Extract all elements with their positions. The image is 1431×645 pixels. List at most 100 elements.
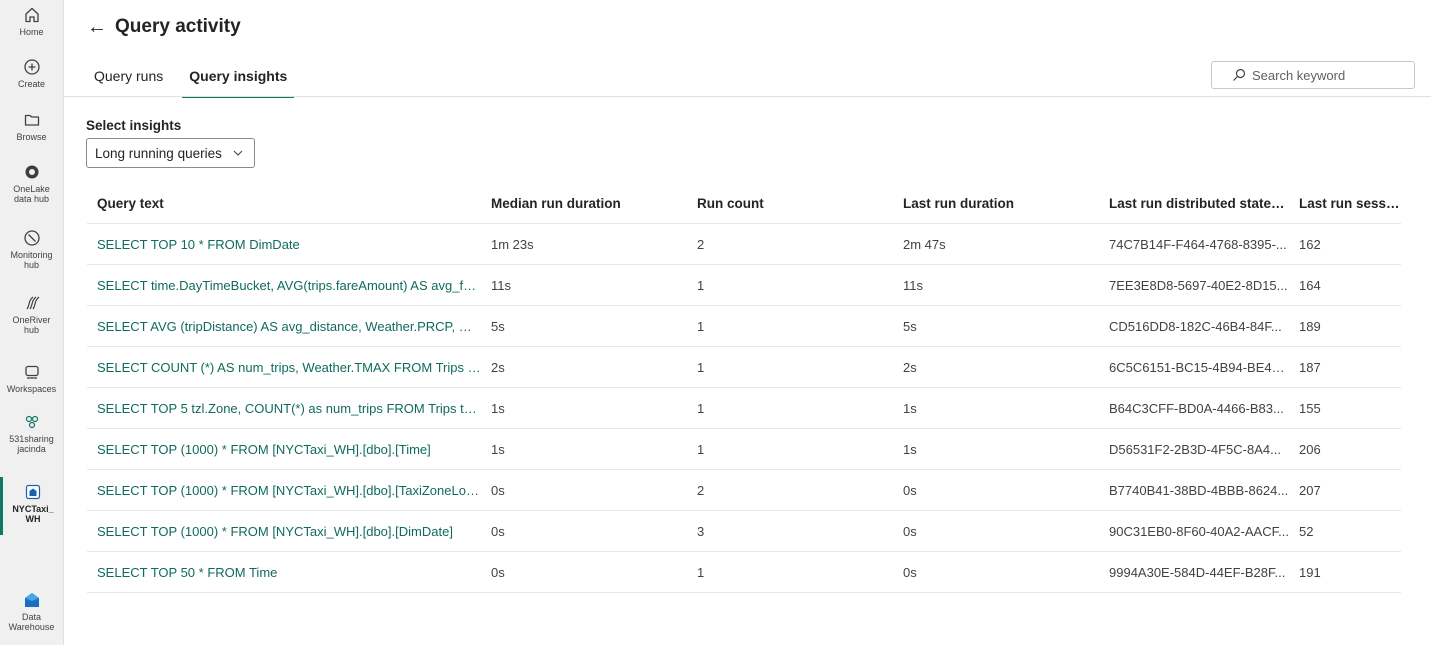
- median-run-duration-cell: 11s: [491, 277, 511, 293]
- table-row[interactable]: SELECT TOP (1000) * FROM [NYCTaxi_WH].[d…: [87, 429, 1401, 470]
- column-header-last-run-distributed-statement[interactable]: Last run distributed statem...: [1099, 196, 1289, 211]
- query-text-cell[interactable]: SELECT COUNT (*) AS num_trips, Weather.T…: [87, 360, 481, 375]
- nav-home-label: Home: [19, 27, 44, 37]
- distributed-statement-cell: 9994A30E-584D-44EF-B28F...: [1109, 564, 1286, 580]
- page-title: Query activity: [115, 16, 241, 37]
- search-box[interactable]: [1211, 61, 1415, 89]
- query-text-cell[interactable]: SELECT time.DayTimeBucket, AVG(trips.far…: [87, 278, 481, 293]
- column-header-query-text[interactable]: Query text: [87, 196, 481, 211]
- table-row[interactable]: SELECT TOP (1000) * FROM [NYCTaxi_WH].[d…: [87, 511, 1401, 552]
- column-header-last-run-session[interactable]: Last run sessi...: [1289, 196, 1401, 211]
- session-cell: 155: [1299, 400, 1321, 416]
- data-warehouse-icon: [24, 593, 39, 607]
- left-nav-rail: Home Create Browse OneLake data hub Moni…: [0, 0, 64, 645]
- nav-workspaces[interactable]: Workspaces: [0, 362, 63, 394]
- nav-onelake[interactable]: OneLake data hub: [0, 162, 63, 204]
- nav-create[interactable]: Create: [0, 57, 63, 89]
- run-count-cell: 1: [697, 400, 705, 416]
- distributed-statement-cell: B64C3CFF-BD0A-4466-B83...: [1109, 400, 1284, 416]
- run-count-cell: 3: [697, 523, 705, 539]
- last-run-duration-cell: 11s: [903, 277, 923, 293]
- nav-workspace-531sharingjacinda[interactable]: 531sharingjacinda: [0, 412, 63, 454]
- column-header-run-count[interactable]: Run count: [687, 196, 893, 211]
- table-row[interactable]: SELECT COUNT (*) AS num_trips, Weather.T…: [87, 347, 1401, 388]
- median-run-duration-cell: 1m 23s: [491, 236, 534, 252]
- table-row[interactable]: SELECT time.DayTimeBucket, AVG(trips.far…: [87, 265, 1401, 306]
- search-icon: [1233, 68, 1246, 81]
- median-run-duration-cell: 1s: [491, 400, 505, 416]
- distributed-statement-cell: 7EE3E8D8-5697-40E2-8D15...: [1109, 277, 1288, 293]
- query-text-cell[interactable]: SELECT TOP (1000) * FROM [NYCTaxi_WH].[d…: [87, 524, 481, 539]
- query-text-cell[interactable]: SELECT TOP 10 * FROM DimDate: [87, 237, 481, 252]
- median-run-duration-cell: 2s: [491, 359, 505, 375]
- warehouse-icon: [25, 484, 41, 500]
- insights-dropdown[interactable]: Long running queries: [86, 138, 255, 168]
- distributed-statement-cell: 90C31EB0-8F60-40A2-AACF...: [1109, 523, 1289, 539]
- table-row[interactable]: SELECT TOP (1000) * FROM [NYCTaxi_WH].[d…: [87, 470, 1401, 511]
- nav-monitoring-label: Monitoring hub: [10, 250, 53, 270]
- session-cell: 162: [1299, 236, 1321, 252]
- chevron-down-icon: [233, 150, 243, 156]
- run-count-cell: 1: [697, 564, 705, 580]
- home-icon: [24, 7, 39, 23]
- session-cell: 189: [1299, 318, 1321, 334]
- query-text-cell[interactable]: SELECT TOP (1000) * FROM [NYCTaxi_WH].[d…: [87, 483, 481, 498]
- tabs-divider: [63, 96, 1431, 97]
- last-run-duration-cell: 2s: [903, 359, 917, 375]
- last-run-duration-cell: 1s: [903, 441, 917, 457]
- monitoring-icon: [23, 230, 40, 246]
- session-cell: 191: [1299, 564, 1321, 580]
- distributed-statement-cell: CD516DD8-182C-46B4-84F...: [1109, 318, 1282, 334]
- distributed-statement-cell: D56531F2-2B3D-4F5C-8A4...: [1109, 441, 1281, 457]
- insights-dropdown-value: Long running queries: [95, 145, 222, 161]
- table-row[interactable]: SELECT TOP 50 * FROM Time 0s 1 0s 9994A3…: [87, 552, 1401, 593]
- median-run-duration-cell: 0s: [491, 564, 505, 580]
- nav-onelake-label: OneLake data hub: [13, 184, 50, 204]
- folder-icon: [24, 114, 39, 126]
- distributed-statement-cell: B7740B41-38BD-4BBB-8624...: [1109, 482, 1289, 498]
- last-run-duration-cell: 1s: [903, 400, 917, 416]
- nav-nyctaxi-wh[interactable]: NYCTaxi_WH: [0, 477, 63, 535]
- session-cell: 164: [1299, 277, 1321, 293]
- median-run-duration-cell: 0s: [491, 482, 505, 498]
- select-insights-label: Select insights: [86, 118, 182, 133]
- onelake-icon: [25, 165, 38, 179]
- run-count-cell: 1: [697, 441, 705, 457]
- session-cell: 187: [1299, 359, 1321, 375]
- column-header-last-run-duration[interactable]: Last run duration: [893, 196, 1099, 211]
- query-text-cell[interactable]: SELECT AVG (tripDistance) AS avg_distanc…: [87, 319, 481, 334]
- nav-monitoring[interactable]: Monitoring hub: [0, 228, 63, 270]
- nav-workspace-label: 531sharingjacinda: [9, 434, 54, 454]
- run-count-cell: 1: [697, 359, 705, 375]
- tab-query-insights[interactable]: Query insights: [182, 60, 295, 98]
- nav-browse-label: Browse: [16, 132, 47, 142]
- nav-oneriver[interactable]: OneRiver hub: [0, 293, 63, 335]
- last-run-duration-cell: 2m 47s: [903, 236, 946, 252]
- table-row[interactable]: SELECT AVG (tripDistance) AS avg_distanc…: [87, 306, 1401, 347]
- search-input[interactable]: [1252, 67, 1402, 83]
- median-run-duration-cell: 1s: [491, 441, 505, 457]
- tab-query-runs[interactable]: Query runs: [87, 60, 170, 96]
- nav-home[interactable]: Home: [0, 5, 63, 37]
- last-run-duration-cell: 0s: [903, 564, 917, 580]
- nav-data-warehouse[interactable]: Data Warehouse: [0, 590, 63, 632]
- query-text-cell[interactable]: SELECT TOP (1000) * FROM [NYCTaxi_WH].[d…: [87, 442, 481, 457]
- last-run-duration-cell: 0s: [903, 482, 917, 498]
- workspace-group-icon: [25, 415, 38, 429]
- query-text-cell[interactable]: SELECT TOP 5 tzl.Zone, COUNT(*) as num_t…: [87, 401, 481, 416]
- tab-list: Query runs Query insights: [87, 60, 306, 98]
- nav-browse[interactable]: Browse: [0, 110, 63, 142]
- column-header-median-run-duration[interactable]: Median run duration: [481, 196, 687, 211]
- last-run-duration-cell: 5s: [903, 318, 917, 334]
- table-row[interactable]: SELECT TOP 10 * FROM DimDate 1m 23s 2 2m…: [87, 224, 1401, 265]
- oneriver-icon: [25, 296, 39, 310]
- last-run-duration-cell: 0s: [903, 523, 917, 539]
- query-text-cell[interactable]: SELECT TOP 50 * FROM Time: [87, 565, 481, 580]
- query-insights-table: Query text Median run duration Run count…: [87, 183, 1401, 593]
- back-arrow-icon[interactable]: ←: [87, 17, 107, 37]
- median-run-duration-cell: 5s: [491, 318, 505, 334]
- table-row[interactable]: SELECT TOP 5 tzl.Zone, COUNT(*) as num_t…: [87, 388, 1401, 429]
- median-run-duration-cell: 0s: [491, 523, 505, 539]
- run-count-cell: 2: [697, 482, 705, 498]
- run-count-cell: 2: [697, 236, 705, 252]
